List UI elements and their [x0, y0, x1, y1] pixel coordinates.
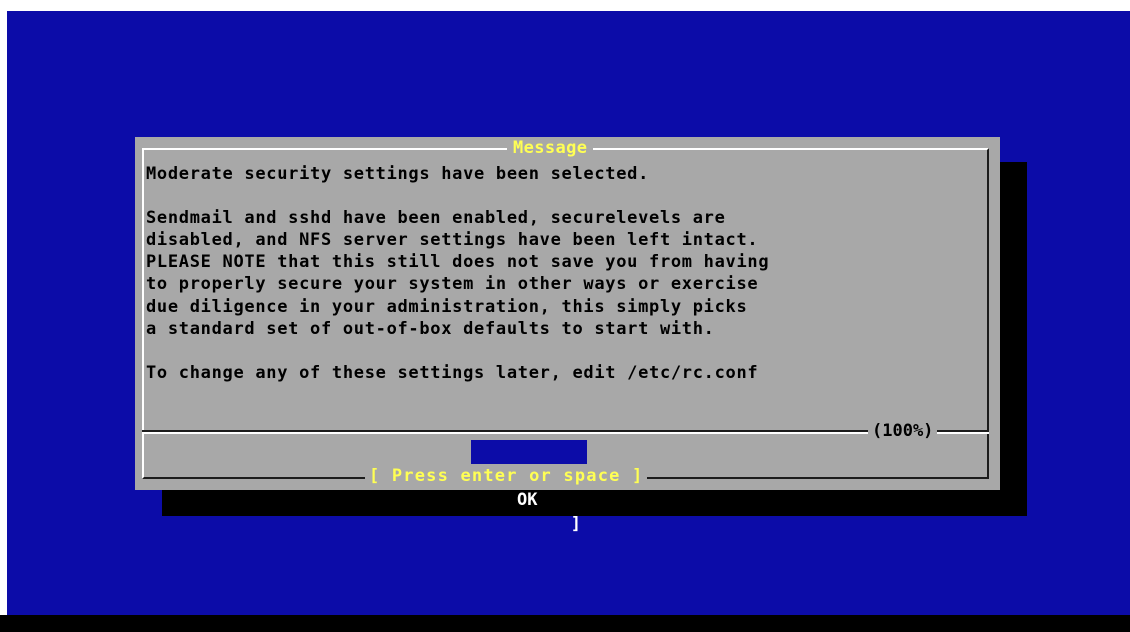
- dialog-divider: [142, 430, 989, 434]
- message-dialog: Message Moderate security settings have …: [135, 137, 1000, 534]
- message-line: PLEASE NOTE that this still does not sav…: [146, 252, 770, 273]
- message-line: Sendmail and sshd have been enabled, sec…: [146, 208, 726, 229]
- scroll-percent: (100%): [868, 422, 938, 441]
- key-hint: [ Press enter or space ]: [365, 467, 648, 486]
- message-line: Moderate security settings have been sel…: [146, 164, 650, 184]
- message-line: To change any of these settings later, e…: [146, 362, 759, 383]
- dialog-title: Message: [507, 139, 594, 158]
- message-line: to properly secure your system in other …: [146, 274, 759, 295]
- message-text: Moderate security settings have been sel…: [146, 163, 769, 384]
- ok-button-label: OK: [517, 490, 538, 510]
- message-line: a standard set of out-of-box defaults to…: [146, 318, 715, 339]
- message-line: disabled, and NFS server settings have b…: [146, 230, 759, 251]
- console-bottom-bar: [0, 615, 1130, 632]
- ok-button[interactable]: [ OK ]: [471, 440, 587, 534]
- message-line: due diligence in your administration, th…: [146, 296, 748, 317]
- ok-button-right-bracket: ]: [570, 514, 581, 534]
